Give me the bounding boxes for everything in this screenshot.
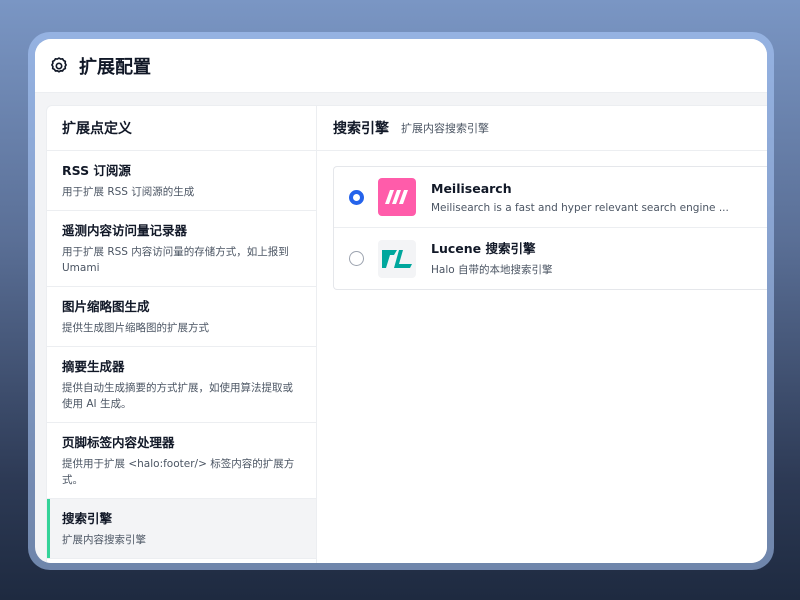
extension-point-sidebar: 扩展点定义 RSS 订阅源 用于扩展 RSS 订阅源的生成 遥测内容访问量记录器… <box>47 106 317 563</box>
sidebar-item-desc: 用于扩展 RSS 内容访问量的存储方式，如上报到 Umami <box>62 246 289 274</box>
gear-icon <box>49 56 69 76</box>
sidebar-item-desc: 用于扩展 RSS 订阅源的生成 <box>62 186 195 198</box>
sidebar-item-telemetry[interactable]: 遥测内容访问量记录器 用于扩展 RSS 内容访问量的存储方式，如上报到 Umam… <box>47 211 316 287</box>
main-subtitle: 扩展内容搜索引擎 <box>401 122 489 135</box>
option-name: Lucene 搜索引擎 <box>431 241 536 256</box>
radio-lucene[interactable] <box>349 251 364 266</box>
sidebar-item-footer[interactable]: 页脚标签内容处理器 提供用于扩展 <halo:footer/> 标签内容的扩展方… <box>47 423 316 499</box>
sidebar-item-desc: 提供生成图片缩略图的扩展方式 <box>62 322 209 334</box>
main-panel: 搜索引擎 扩展内容搜索引擎 Meilisearch Meilisearch is… <box>317 106 767 563</box>
option-meilisearch[interactable]: Meilisearch Meilisearch is a fast and hy… <box>334 167 767 228</box>
main-title: 搜索引擎 <box>333 121 389 137</box>
search-engine-list: Meilisearch Meilisearch is a fast and hy… <box>333 166 767 290</box>
content-panel: 扩展点定义 RSS 订阅源 用于扩展 RSS 订阅源的生成 遥测内容访问量记录器… <box>46 105 767 563</box>
sidebar-item-label: RSS 订阅源 <box>62 163 131 178</box>
option-text: Lucene 搜索引擎 Halo 自带的本地搜索引擎 <box>431 240 553 277</box>
option-desc: Meilisearch is a fast and hyper relevant… <box>431 202 729 214</box>
sidebar-item-search-engine[interactable]: 搜索引擎 扩展内容搜索引擎 <box>47 499 316 559</box>
option-lucene[interactable]: Lucene 搜索引擎 Halo 自带的本地搜索引擎 <box>334 228 767 289</box>
app-window: 扩展配置 扩展点定义 RSS 订阅源 用于扩展 RSS 订阅源的生成 遥测内容访… <box>35 39 767 563</box>
sidebar-item-desc: 扩展内容搜索引擎 <box>62 534 146 546</box>
sidebar-title: 扩展点定义 <box>47 106 316 151</box>
sidebar-item-excerpt[interactable]: 摘要生成器 提供自动生成摘要的方式扩展，如使用算法提取或使用 AI 生成。 <box>47 347 316 423</box>
sidebar-item-label: 页脚标签内容处理器 <box>62 435 175 450</box>
option-desc: Halo 自带的本地搜索引擎 <box>431 264 553 276</box>
sidebar-item-label: 搜索引擎 <box>62 511 113 526</box>
sidebar-item-label: 遥测内容访问量记录器 <box>62 223 188 238</box>
sidebar-item-desc: 提供自动生成摘要的方式扩展，如使用算法提取或使用 AI 生成。 <box>62 382 293 410</box>
lucene-logo-icon <box>378 239 416 278</box>
window-frame: 扩展配置 扩展点定义 RSS 订阅源 用于扩展 RSS 订阅源的生成 遥测内容访… <box>28 32 774 570</box>
sidebar-item-thumbnail[interactable]: 图片缩略图生成 提供生成图片缩略图的扩展方式 <box>47 287 316 347</box>
sidebar-item-label: 摘要生成器 <box>62 359 125 374</box>
option-name: Meilisearch <box>431 181 512 196</box>
meilisearch-logo-icon <box>378 178 416 216</box>
sidebar-item-rss[interactable]: RSS 订阅源 用于扩展 RSS 订阅源的生成 <box>47 151 316 211</box>
sidebar-item-desc: 提供用于扩展 <halo:footer/> 标签内容的扩展方式。 <box>62 458 295 486</box>
page-title: 扩展配置 <box>79 56 151 78</box>
radio-meilisearch[interactable] <box>349 189 364 205</box>
sidebar-item-label: 图片缩略图生成 <box>62 299 150 314</box>
main-header: 搜索引擎 扩展内容搜索引擎 <box>317 106 767 151</box>
option-text: Meilisearch Meilisearch is a fast and hy… <box>431 180 729 214</box>
page-header: 扩展配置 <box>35 39 767 93</box>
